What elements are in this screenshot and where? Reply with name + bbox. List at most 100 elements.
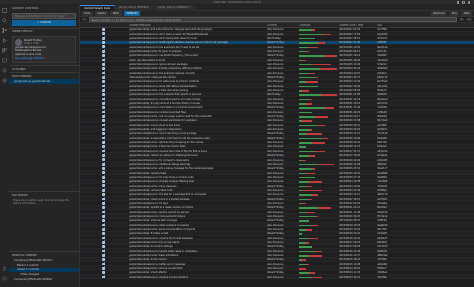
commit-sha[interactable]: 6f0d4c8 <box>376 240 400 244</box>
commit-avatar-node[interactable] <box>102 258 106 262</box>
issue-link[interactable]: Pass golang/go#59939 <box>15 57 73 61</box>
commit-sha[interactable]: 18d4c5b <box>376 149 400 153</box>
commit-avatar-node[interactable] <box>102 262 106 266</box>
commit-sha[interactable]: e8b2c70 <box>376 193 400 196</box>
column-date[interactable]: COMMIT DATE / TIME <box>338 23 376 27</box>
commit-avatar-node[interactable] <box>102 149 106 153</box>
settings-icon[interactable] <box>0 273 9 283</box>
search-icon[interactable] <box>0 15 9 25</box>
repo-selector[interactable]: tools <box>82 11 93 16</box>
commit-avatar-node[interactable] <box>102 236 106 240</box>
commit-avatar-node[interactable] <box>102 97 106 101</box>
commit-avatar-node[interactable] <box>102 41 106 44</box>
files-icon[interactable] <box>0 5 9 15</box>
commit-sha[interactable]: c43fe18 <box>376 110 400 114</box>
commit-avatar-node[interactable] <box>102 136 106 140</box>
search-input[interactable]: Search commits (↑↓ for history), e.g. "U… <box>88 17 457 22</box>
commit-avatar-node[interactable] <box>102 145 106 149</box>
commit-avatar-node[interactable] <box>102 71 106 75</box>
commit-sha[interactable]: f9c0e72 <box>376 88 400 92</box>
commit-avatar-node[interactable] <box>102 162 106 166</box>
files-changed-header[interactable]: FILES CHANGED <box>9 72 79 79</box>
commit-message-input[interactable]: Message (Ctrl+Enter to commit on 'main') <box>12 12 76 19</box>
commit-sha[interactable]: 7b95e3f <box>376 184 400 188</box>
commit-sha[interactable]: e0c57b3 <box>376 101 400 105</box>
commit-sha[interactable]: 4f8c6e3 <box>376 162 400 166</box>
commit-sha[interactable]: c1a7b62 <box>376 180 400 183</box>
commit-sha[interactable]: 72c5f0b <box>376 258 400 261</box>
commit-avatar-node[interactable] <box>102 184 106 188</box>
commit-sha[interactable]: 6c3e9a1 <box>376 153 400 157</box>
commit-avatar-node[interactable] <box>102 58 106 62</box>
column-message[interactable]: COMMIT MESSAGE <box>128 23 266 27</box>
advanced-toggle[interactable]: advanced <box>430 11 448 16</box>
commit-avatar-node[interactable] <box>102 206 106 209</box>
commit-sha[interactable]: 5d4e0b1 <box>376 201 400 205</box>
commit-avatar-node[interactable] <box>102 93 106 96</box>
commit-sha[interactable]: 3b7c0e9 <box>376 119 400 122</box>
commit-avatar-node[interactable] <box>102 210 106 214</box>
commit-avatar-node[interactable] <box>102 275 106 279</box>
commit-button[interactable]: ✓ Commit <box>12 20 76 26</box>
commit-sha[interactable]: 71a9d4c <box>376 106 400 109</box>
commit-sha[interactable]: a27f3d9 <box>376 197 400 201</box>
commit-sha[interactable]: a39f00f <box>376 41 400 44</box>
commit-sha[interactable]: 5a0e3f4 <box>376 136 400 140</box>
commit-avatar-node[interactable] <box>102 101 106 105</box>
commit-avatar-node[interactable] <box>102 32 106 36</box>
commit-avatar-node[interactable] <box>102 141 106 144</box>
fetch-button[interactable]: Fetch <box>110 11 122 16</box>
commit-sha[interactable]: ab3e580 <box>376 171 400 175</box>
commit-sha[interactable]: 0e94b7c <box>376 127 400 131</box>
commit-avatar-node[interactable] <box>102 154 106 157</box>
commit-sha[interactable]: 2d6b9f1 <box>376 93 400 96</box>
column-changes[interactable]: CHANGES <box>298 23 338 27</box>
run-icon[interactable] <box>0 35 9 45</box>
commit-avatar-node[interactable] <box>102 114 106 118</box>
column-sha[interactable]: SHA <box>376 23 400 27</box>
commit-avatar-node[interactable] <box>102 227 106 231</box>
maximize-button[interactable] <box>462 1 465 4</box>
commit-sha[interactable]: 4ea82d6 <box>376 223 400 227</box>
commit-avatar-node[interactable] <box>102 132 106 136</box>
commit-sha[interactable]: c8a9f42 <box>376 54 400 57</box>
tab-commit-graph[interactable]: Commit Graph: tools <box>80 5 115 11</box>
commit-avatar-node[interactable] <box>102 110 106 114</box>
commit-sha[interactable]: 5f3b0c7 <box>376 266 400 270</box>
column-author[interactable]: AUTHOR <box>266 23 298 27</box>
gitlens-icon[interactable] <box>0 75 9 85</box>
commit-sha[interactable]: 19a7f4b <box>376 275 400 279</box>
commit-sha[interactable]: 3c52c51 <box>376 36 400 40</box>
commit-sha[interactable]: 5cfa21d <box>376 62 400 66</box>
commit-avatar-node[interactable] <box>102 45 106 49</box>
commit-row[interactable]: gopls/internal/lsp/source: rename symbol… <box>80 275 474 280</box>
commit-sha[interactable]: 9d17f3b <box>376 227 400 231</box>
search-prev-button[interactable]: ↑ <box>458 17 465 22</box>
search-next-button[interactable]: ↓ <box>466 17 472 22</box>
commit-sha[interactable]: 2b9e7d0 <box>376 210 400 214</box>
commit-sha[interactable]: d7c31a8 <box>376 132 400 135</box>
prev-button[interactable]: Prev <box>449 11 460 16</box>
commit-sha[interactable]: 9f2a6bd <box>376 114 400 118</box>
commit-avatar-node[interactable] <box>102 180 106 183</box>
column-graph[interactable] <box>80 23 128 27</box>
tab-purge-test-1[interactable]: purge_test.go (8f329bc) <box>114 5 155 11</box>
commit-sha[interactable]: e5a9b27 <box>376 236 400 240</box>
commit-sha[interactable]: 9b2d1e5 <box>376 45 400 49</box>
commit-details-header[interactable]: COMMIT DETAILS <box>9 27 79 35</box>
commit-sha[interactable]: ef17c3a <box>376 49 400 53</box>
commit-sha[interactable]: b9f17d6 <box>376 140 400 144</box>
search-compare-header[interactable]: SEARCH & COMPARE <box>9 251 79 258</box>
commit-avatar-node[interactable] <box>102 232 106 235</box>
commit-avatar-node[interactable] <box>102 119 106 123</box>
commit-sha[interactable]: 4a12c8e <box>376 84 400 88</box>
accounts-icon[interactable] <box>0 263 9 273</box>
commit-sha[interactable]: b3e72a5 <box>376 245 400 248</box>
commit-sha[interactable]: d24b0e3 <box>376 67 400 70</box>
commit-sha[interactable]: 8b4e0ad <box>376 97 400 101</box>
commit-sha[interactable]: 3e06f9d <box>376 175 400 179</box>
commit-avatar-node[interactable] <box>102 193 106 196</box>
commit-avatar-node[interactable] <box>102 219 106 222</box>
minimize-button[interactable] <box>456 1 459 4</box>
commit-sha[interactable]: d96b3e4 <box>376 253 400 257</box>
